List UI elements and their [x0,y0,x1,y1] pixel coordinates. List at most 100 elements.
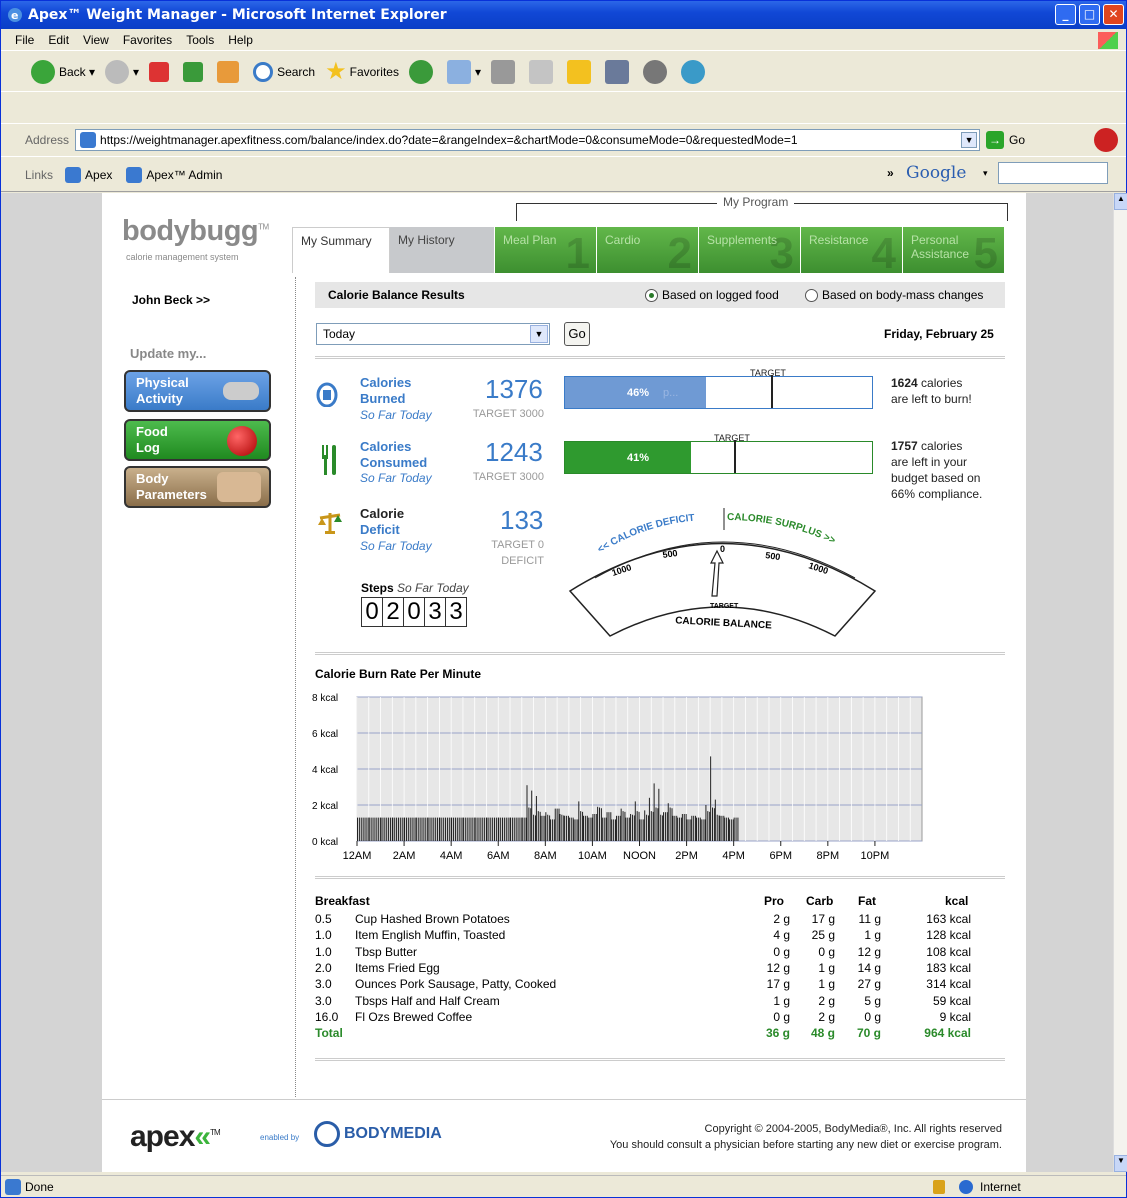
chart-title: Calorie Burn Rate Per Minute [315,667,482,681]
tab-number: 1 [565,229,590,278]
chevron-down-icon[interactable]: ▼ [530,325,548,343]
chart-bar [540,815,542,841]
chart-bar [688,819,690,841]
vertical-scrollbar[interactable]: ▲ ▼ [1113,193,1127,1172]
tab-resistance[interactable]: Resistance 4 [801,227,903,278]
chart-bar [472,817,474,841]
go-range-button[interactable]: Go [564,322,590,346]
tab-meal-plan[interactable]: Meal Plan 1 [495,227,597,278]
chart-bar [664,812,666,841]
chart-bar [570,817,572,841]
menu-view[interactable]: View [83,33,109,47]
chart-bar [380,817,382,841]
chart-bar [441,817,443,841]
link-apex[interactable]: Apex [65,166,112,183]
chart-bar [683,814,685,841]
google-dropdown-icon[interactable]: ▾ [983,168,988,179]
forward-button[interactable]: ▾ [105,59,139,84]
radio-unchecked-icon [805,289,818,303]
back-button[interactable]: Back ▾ [31,59,95,84]
food-cell: 2 g [773,912,790,926]
link-apex-admin[interactable]: Apex™ Admin [126,166,222,183]
radio-logged-food[interactable]: Based on logged food [645,288,779,303]
tab-supplements[interactable]: Supplements 3 [699,227,801,278]
chart-bar [464,817,466,841]
bodymedia-logo[interactable]: BODYMEDIA [314,1121,442,1147]
range-select[interactable]: Today ▼ [316,323,550,345]
page-icon [126,166,143,183]
chevron-down-icon[interactable]: ▼ [961,132,978,148]
close-button[interactable]: ✕ [1103,4,1124,25]
scroll-up-icon[interactable]: ▲ [1114,193,1127,210]
radio-body-mass[interactable]: Based on body-mass changes [805,288,983,303]
user-link[interactable]: John Beck >> [132,293,210,307]
food-cell: 25 g [811,928,835,943]
page-icon [65,166,82,183]
burned-progress-bar: 46% p... [564,375,873,409]
y-tick-label: 4 kcal [312,765,338,776]
messenger-button[interactable] [643,59,671,84]
header-kcal: kcal [945,894,969,908]
body-parameters-button[interactable]: Body Parameters [124,466,271,508]
chart-bar [700,819,702,841]
home-button[interactable] [217,60,243,83]
chart-bar [726,817,728,841]
x-tick-label: 8AM [534,850,557,862]
favorites-button[interactable]: ★ Favorites [325,57,399,86]
chart-bar [639,819,641,841]
address-input[interactable]: https://weightmanager.apexfitness.com/ba… [75,129,981,151]
mail-button[interactable]: ▾ [446,59,481,84]
menu-help[interactable]: Help [228,33,253,47]
chart-bar [728,819,730,841]
minimize-button[interactable]: _ [1055,4,1076,25]
food-cell: 27 g [857,977,881,992]
go-button[interactable]: → Go [986,131,1025,149]
ie-icon: e [7,7,23,23]
food-log-button[interactable]: Food Log [124,419,271,461]
consumed-value: 1243 [485,437,543,467]
links-more[interactable]: » [887,166,894,180]
refresh-icon [183,61,204,82]
users-button[interactable] [681,59,709,84]
physical-activity-button[interactable]: Physical Activity [124,370,271,412]
bodybugg-logo[interactable]: bodybuggTM [122,215,269,248]
chart-bar [521,817,523,841]
research-button[interactable] [605,59,633,84]
tab-my-history[interactable]: My History [390,227,495,273]
edit-button[interactable] [529,59,557,84]
stop-button[interactable] [149,61,173,82]
chart-bar [658,788,660,841]
maximize-button[interactable]: □ [1079,4,1100,25]
chart-bar [643,819,645,841]
chart-bar [704,819,706,841]
food-cell: Tbsp Butter [355,944,418,959]
food-cell: Items Fried Egg [355,960,440,975]
note-button[interactable] [567,59,595,84]
tab-my-summary[interactable]: My Summary [292,227,390,273]
tab-personal-assistance[interactable]: Personal Assistance 5 [903,227,1005,278]
steps-counter: 0 2 0 3 3 [361,597,467,627]
chart-bar [498,817,500,841]
tab-cardio[interactable]: Cardio 2 [597,227,699,278]
bodybugg-device-icon [223,382,259,400]
food-cell: 0.5 [315,912,332,926]
pdf-icon[interactable] [1094,128,1118,152]
print-button[interactable] [491,59,519,84]
x-tick-label: 6PM [769,850,792,862]
refresh-button[interactable] [183,61,207,82]
search-button[interactable]: Search [253,61,315,82]
google-search-input[interactable] [998,162,1108,184]
chart-bar [655,807,657,841]
menu-tools[interactable]: Tools [186,33,214,47]
menu-favorites[interactable]: Favorites [123,33,172,47]
scroll-down-icon[interactable]: ▼ [1114,1155,1127,1172]
burned-remaining: 1624 calories are left to burn! [891,376,972,406]
apex-logo[interactable]: apex«TM [130,1120,221,1154]
chart-bar [448,817,450,841]
history-button[interactable] [408,59,437,84]
menu-file[interactable]: File [15,33,34,47]
google-toolbar-logo[interactable]: Google [906,163,966,183]
menu-edit[interactable]: Edit [48,33,69,47]
chart-bar [503,817,505,841]
lock-icon [933,1180,945,1194]
